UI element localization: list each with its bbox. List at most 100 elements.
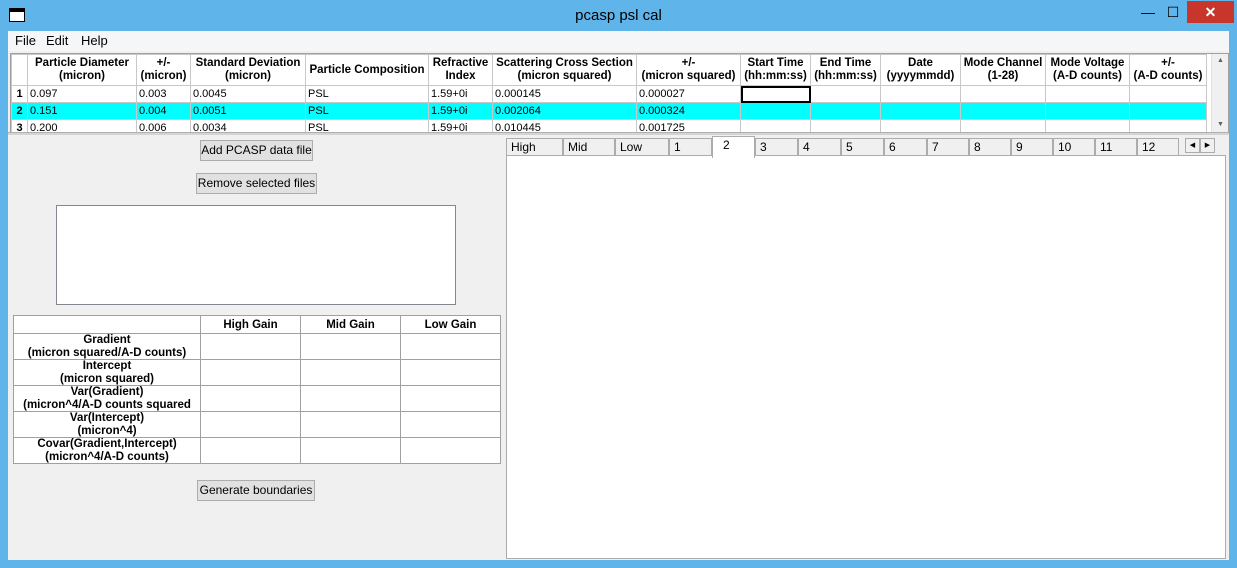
generate-boundaries-button[interactable]: Generate boundaries <box>197 480 315 501</box>
fit-value-cell[interactable] <box>400 333 501 360</box>
grid-column-header[interactable]: Mode Channel (1-28) <box>960 54 1046 86</box>
fit-value-cell[interactable] <box>400 385 501 412</box>
calibration-grid[interactable]: Particle Diameter (micron) +/- (micron) Stan… <box>10 53 1229 133</box>
remove-selected-files-button[interactable]: Remove selected files <box>196 173 317 194</box>
grid-cell[interactable] <box>960 85 1046 103</box>
grid-cell[interactable]: 0.010445 <box>492 119 637 132</box>
grid-cell[interactable]: 0.0045 <box>190 85 306 103</box>
scroll-down-icon[interactable]: ▼ <box>1212 118 1228 132</box>
grid-cell[interactable]: 0.0051 <box>190 102 306 120</box>
grid-cell[interactable]: 0.151 <box>27 102 137 120</box>
add-pcasp-data-file-button[interactable]: Add PCASP data file <box>200 140 313 161</box>
grid-column-header[interactable]: +/- (A-D counts) <box>1129 54 1207 86</box>
grid-cell[interactable]: 0.097 <box>27 85 137 103</box>
fit-value-cell[interactable] <box>300 385 401 412</box>
grid-cell[interactable]: 0.004 <box>136 102 191 120</box>
grid-column-header[interactable]: Start Time (hh:mm:ss) <box>740 54 811 86</box>
grid-cell[interactable] <box>1129 85 1207 103</box>
fit-row-quantity: Gradient <box>83 334 131 346</box>
grid-cell[interactable]: 0.000324 <box>636 102 741 120</box>
grid-cell[interactable] <box>740 85 811 103</box>
grid-cell[interactable]: 1.59+0i <box>428 85 493 103</box>
grid-column-header[interactable]: Scattering Cross Section (micron squared) <box>492 54 637 86</box>
scroll-up-icon[interactable]: ▲ <box>1212 54 1228 68</box>
fit-value-cell[interactable] <box>200 385 301 412</box>
table-row[interactable]: 2 0.151 0.004 0.0051 PSL 1.59+0i 0.002064 0.000… <box>11 102 1207 120</box>
data-file-list[interactable] <box>56 205 456 305</box>
header-label: Mode Channel <box>963 57 1043 69</box>
menu-edit[interactable]: Edit <box>46 33 68 48</box>
fit-value-cell[interactable] <box>300 359 401 386</box>
fit-value-cell[interactable] <box>300 437 401 464</box>
tab-2[interactable]: 2 <box>712 136 755 158</box>
grid-column-header[interactable]: Refractive Index <box>428 54 493 86</box>
tab-scroll-right-icon[interactable]: ▶ <box>1200 138 1215 153</box>
grid-cell[interactable] <box>740 102 811 120</box>
grid-cell[interactable] <box>1045 102 1130 120</box>
grid-cell[interactable] <box>1045 85 1130 103</box>
fit-value-cell[interactable] <box>200 411 301 438</box>
grid-cell[interactable] <box>880 85 961 103</box>
grid-column-header[interactable]: Particle Diameter (micron) <box>27 54 137 86</box>
grid-column-header[interactable]: +/- (micron) <box>136 54 191 86</box>
grid-vertical-scrollbar[interactable]: ▲ ▼ <box>1211 54 1228 132</box>
grid-column-header[interactable]: Mode Voltage (A-D counts) <box>1045 54 1130 86</box>
fit-value-cell[interactable] <box>400 411 501 438</box>
header-label: Date <box>908 57 933 69</box>
grid-cell[interactable] <box>810 119 881 132</box>
grid-cell[interactable]: 1.59+0i <box>428 102 493 120</box>
tab-scroll-left-icon[interactable]: ◀ <box>1185 138 1200 153</box>
grid-cell[interactable]: PSL <box>305 119 429 132</box>
grid-cell[interactable]: PSL <box>305 102 429 120</box>
grid-cell[interactable] <box>1129 119 1207 132</box>
grid-cell[interactable] <box>740 119 811 132</box>
grid-corner-header <box>11 54 28 86</box>
grid-cell[interactable]: PSL <box>305 85 429 103</box>
fit-value-cell[interactable] <box>400 359 501 386</box>
maximize-button[interactable]: ☐ <box>1160 1 1186 23</box>
grid-cell[interactable] <box>810 102 881 120</box>
fit-value-cell[interactable] <box>200 333 301 360</box>
grid-column-header[interactable]: Standard Deviation (micron) <box>190 54 306 86</box>
grid-cell[interactable]: 0.000145 <box>492 85 637 103</box>
grid-cell[interactable]: 0.002064 <box>492 102 637 120</box>
grid-cell[interactable]: 0.003 <box>136 85 191 103</box>
window-title: pcasp psl cal <box>575 7 662 24</box>
grid-cell[interactable] <box>960 119 1046 132</box>
row-number: 1 <box>11 85 28 103</box>
grid-cell[interactable]: 0.001725 <box>636 119 741 132</box>
minimize-button[interactable]: — <box>1135 1 1161 23</box>
fit-value-cell[interactable] <box>200 437 301 464</box>
grid-cell[interactable] <box>1129 102 1207 120</box>
grid-column-header[interactable]: Date (yyyymmdd) <box>880 54 961 86</box>
menu-help[interactable]: Help <box>81 33 108 48</box>
menu-bar: File Edit Help <box>8 31 1229 51</box>
grid-cell[interactable]: 0.006 <box>136 119 191 132</box>
grid-cell[interactable]: 0.0034 <box>190 119 306 132</box>
pane-splitter[interactable] <box>8 132 1229 135</box>
grid-cell[interactable] <box>880 119 961 132</box>
fit-value-cell[interactable] <box>300 411 401 438</box>
title-bar[interactable]: pcasp psl cal — ☐ ✕ <box>0 0 1237 31</box>
grid-column-header[interactable]: Particle Composition <box>305 54 429 86</box>
table-row[interactable]: 3 0.200 0.006 0.0034 PSL 1.59+0i 0.010445 0.001… <box>11 119 1207 132</box>
header-label: End Time <box>819 57 872 69</box>
table-row[interactable]: 1 0.097 0.003 0.0045 PSL 1.59+0i 0.000145 0.000… <box>11 85 1207 103</box>
grid-cell[interactable]: 0.000027 <box>636 85 741 103</box>
grid-cell[interactable] <box>1045 119 1130 132</box>
grid-cell[interactable] <box>810 85 881 103</box>
grid-cell[interactable] <box>880 102 961 120</box>
grid-cell[interactable]: 0.200 <box>27 119 137 132</box>
grid-column-header[interactable]: End Time (hh:mm:ss) <box>810 54 881 86</box>
grid-cell[interactable] <box>960 102 1046 120</box>
fit-value-cell[interactable] <box>400 437 501 464</box>
grid-cell[interactable]: 1.59+0i <box>428 119 493 132</box>
fit-row-unit: (micron^4/A-D counts) <box>45 450 169 463</box>
fit-value-cell[interactable] <box>200 359 301 386</box>
row-number: 3 <box>11 119 28 132</box>
fit-value-cell[interactable] <box>300 333 401 360</box>
grid-column-header[interactable]: +/- (micron squared) <box>636 54 741 86</box>
fit-column-header: Low Gain <box>400 315 501 334</box>
close-button[interactable]: ✕ <box>1187 1 1234 23</box>
menu-file[interactable]: File <box>15 33 36 48</box>
